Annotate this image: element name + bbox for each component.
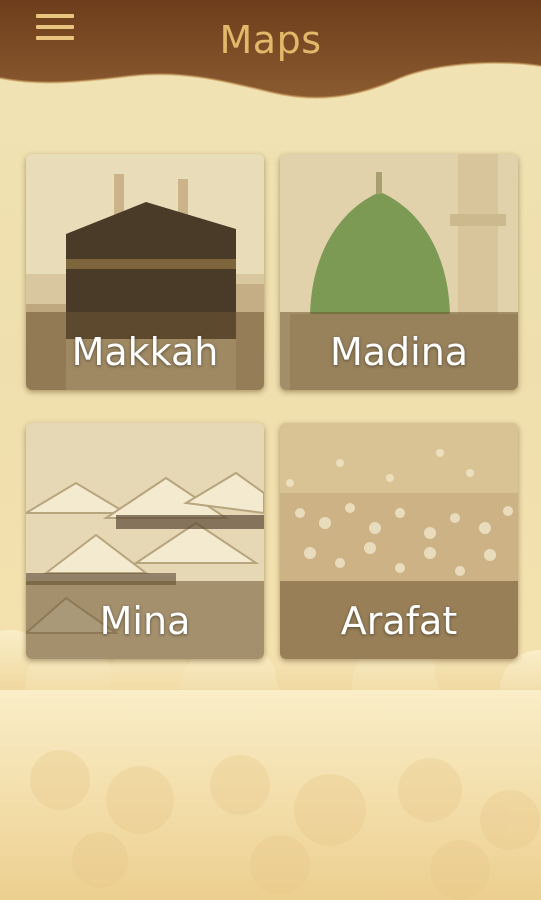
app-header: Maps xyxy=(0,0,541,120)
tile-arafat[interactable]: Arafat xyxy=(280,423,518,659)
tile-label: Madina xyxy=(329,330,469,374)
tile-grid: Makkah Madina Mina Arafat xyxy=(0,0,541,900)
tile-makkah[interactable]: Makkah xyxy=(26,154,264,390)
tile-mina[interactable]: Mina xyxy=(26,423,264,659)
tile-label: Arafat xyxy=(340,599,458,643)
page-title: Maps xyxy=(219,18,322,62)
tile-madina[interactable]: Madina xyxy=(280,154,518,390)
tile-label: Mina xyxy=(99,599,191,643)
maps-screen: Maps Makkah Madina Mina Arafat xyxy=(0,0,541,900)
tile-label: Makkah xyxy=(71,330,219,374)
